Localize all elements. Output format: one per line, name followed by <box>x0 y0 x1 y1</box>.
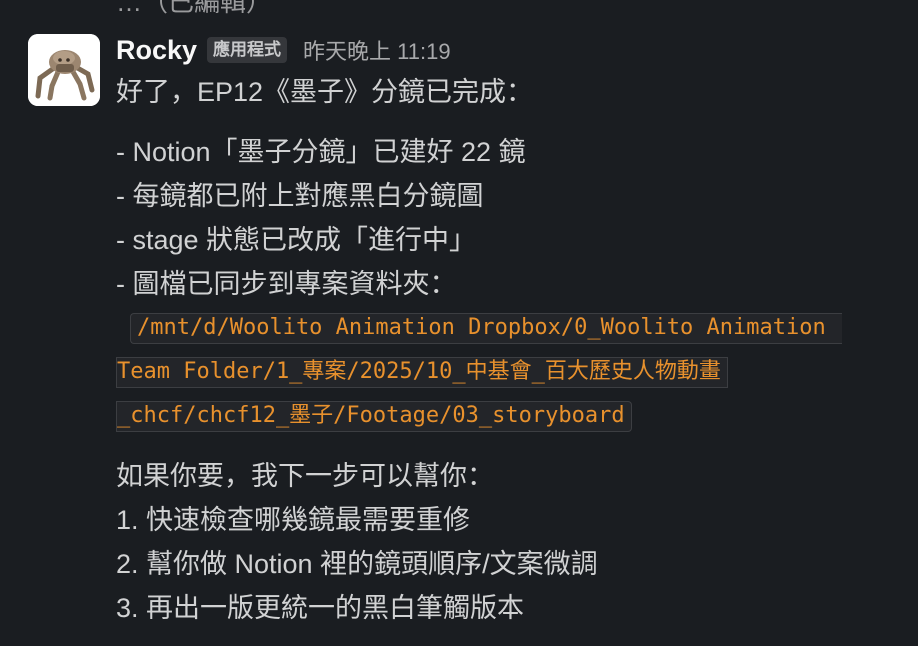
message-timestamp[interactable]: 昨天晚上 11:19 <box>303 34 451 66</box>
message-header: Rocky 應用程式 昨天晚上 11:19 <box>116 30 451 70</box>
app-badge: 應用程式 <box>207 37 288 63</box>
bullet-item: - Notion「墨子分鏡」已建好 22 鏡 <box>116 137 526 167</box>
option-item: 2. 幫你做 Notion 裡的鏡頭順序/文案微調 <box>116 549 598 579</box>
inline-code-path: /mnt/d/Woolito Animation Dropbox/0_Wooli… <box>116 306 906 438</box>
message-body: 好了，EP12《墨子》分鏡已完成： - Notion「墨子分鏡」已建好 22 鏡… <box>116 70 906 630</box>
bullet-item: - 圖檔已同步到專案資料夾： <box>116 269 457 299</box>
previous-message-fragment: …（已編輯） <box>116 0 273 17</box>
bullet-item: - stage 狀態已改成「進行中」 <box>116 225 477 255</box>
code-path-line: Team Folder/1_專案/2025/10_中基會_百大歷史人物動畫 <box>116 357 728 388</box>
message-intro: 好了，EP12《墨子》分鏡已完成： <box>116 77 534 107</box>
option-item: 1. 快速檢查哪幾鏡最需要重修 <box>116 505 471 535</box>
bullet-item: - 每鏡都已附上對應黑白分鏡圖 <box>116 181 484 211</box>
slack-message-view: …（已編輯） Rocky 應用程式 昨天晚上 11:19 好了，EP12《墨子》… <box>0 0 918 646</box>
followup-intro: 如果你要，我下一步可以幫你： <box>116 461 494 491</box>
author-name[interactable]: Rocky <box>116 35 197 66</box>
option-item: 3. 再出一版更統一的黑白筆觸版本 <box>116 593 525 623</box>
code-path-line: /mnt/d/Woolito Animation Dropbox/0_Wooli… <box>130 313 842 344</box>
code-path-line: _chcf/chcf12_墨子/Footage/03_storyboard <box>116 401 632 432</box>
robot-spider-avatar-icon[interactable] <box>28 34 100 106</box>
